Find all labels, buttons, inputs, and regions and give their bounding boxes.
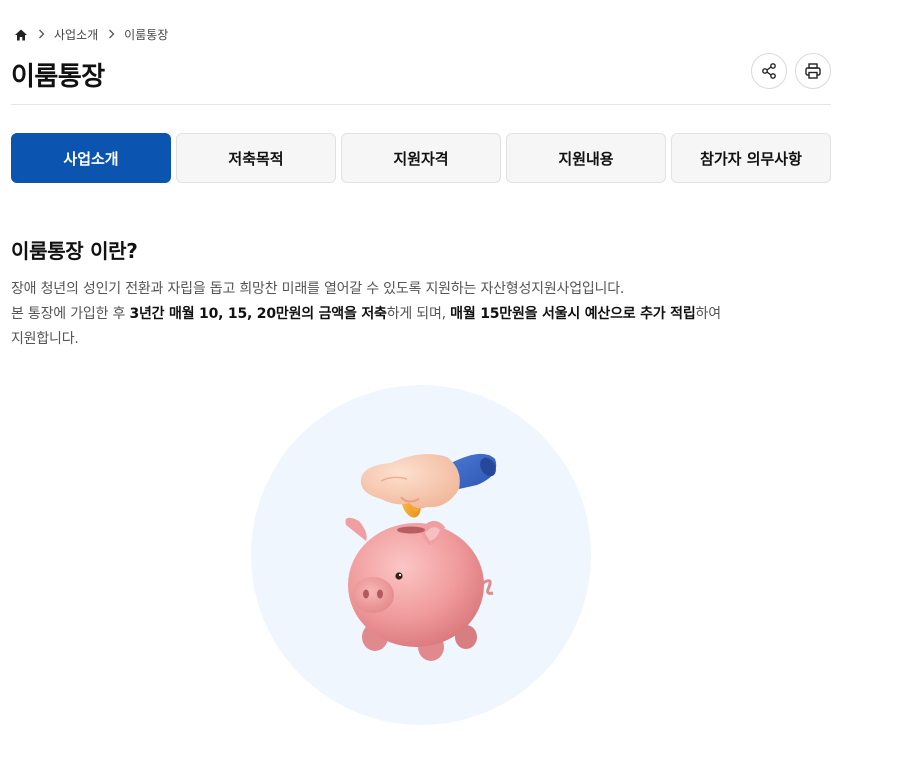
- description-text: 하여: [695, 306, 722, 322]
- chevron-right-icon: [108, 28, 115, 42]
- description-highlight-savings: 3년간 매월 10, 15, 20만원의 금액을 저축: [129, 306, 387, 322]
- share-button[interactable]: [751, 53, 787, 89]
- tab-bar: 사업소개 저축목적 지원자격 지원내용 참가자 의무사항: [11, 133, 831, 183]
- tab-eligibility[interactable]: 지원자격: [341, 133, 501, 183]
- chevron-right-icon: [38, 28, 45, 42]
- print-icon: [805, 63, 821, 79]
- tab-business-intro[interactable]: 사업소개: [11, 133, 171, 183]
- description-line-1: 장애 청년의 성인기 전환과 자립을 돕고 희망찬 미래를 열어갈 수 있도록 …: [11, 281, 625, 297]
- description-text: 하게 되며,: [386, 306, 451, 322]
- description-line-2: 본 통장에 가입한 후 3년간 매월 10, 15, 20만원의 금액을 저축하…: [11, 302, 751, 327]
- description-text: 본 통장에 가입한 후: [11, 306, 130, 322]
- breadcrumb: 사업소개 이룸통장: [14, 26, 168, 43]
- tab-savings-purpose[interactable]: 저축목적: [176, 133, 336, 183]
- print-button[interactable]: [795, 53, 831, 89]
- section-description: 장애 청년의 성인기 전환과 자립을 돕고 희망찬 미래를 열어갈 수 있도록 …: [11, 277, 751, 352]
- piggy-bank-illustration: [251, 385, 591, 725]
- piggy-bank-coin-illustration: [345, 453, 497, 661]
- share-icon: [762, 63, 776, 79]
- breadcrumb-item-business[interactable]: 사업소개: [54, 26, 98, 43]
- title-divider: [11, 104, 831, 105]
- breadcrumb-item-current: 이룸통장: [124, 28, 169, 42]
- tab-support-details[interactable]: 지원내용: [506, 133, 666, 183]
- section-title: 이룸통장 이란?: [11, 239, 138, 263]
- page-title: 이룸통장: [11, 62, 105, 92]
- tab-participant-duties[interactable]: 참가자 의무사항: [671, 133, 831, 183]
- home-icon[interactable]: [14, 28, 28, 42]
- description-highlight-support: 매월 15만원을 서울시 예산으로 추가 적립: [450, 306, 696, 322]
- description-line-3: 지원합니다.: [11, 331, 79, 347]
